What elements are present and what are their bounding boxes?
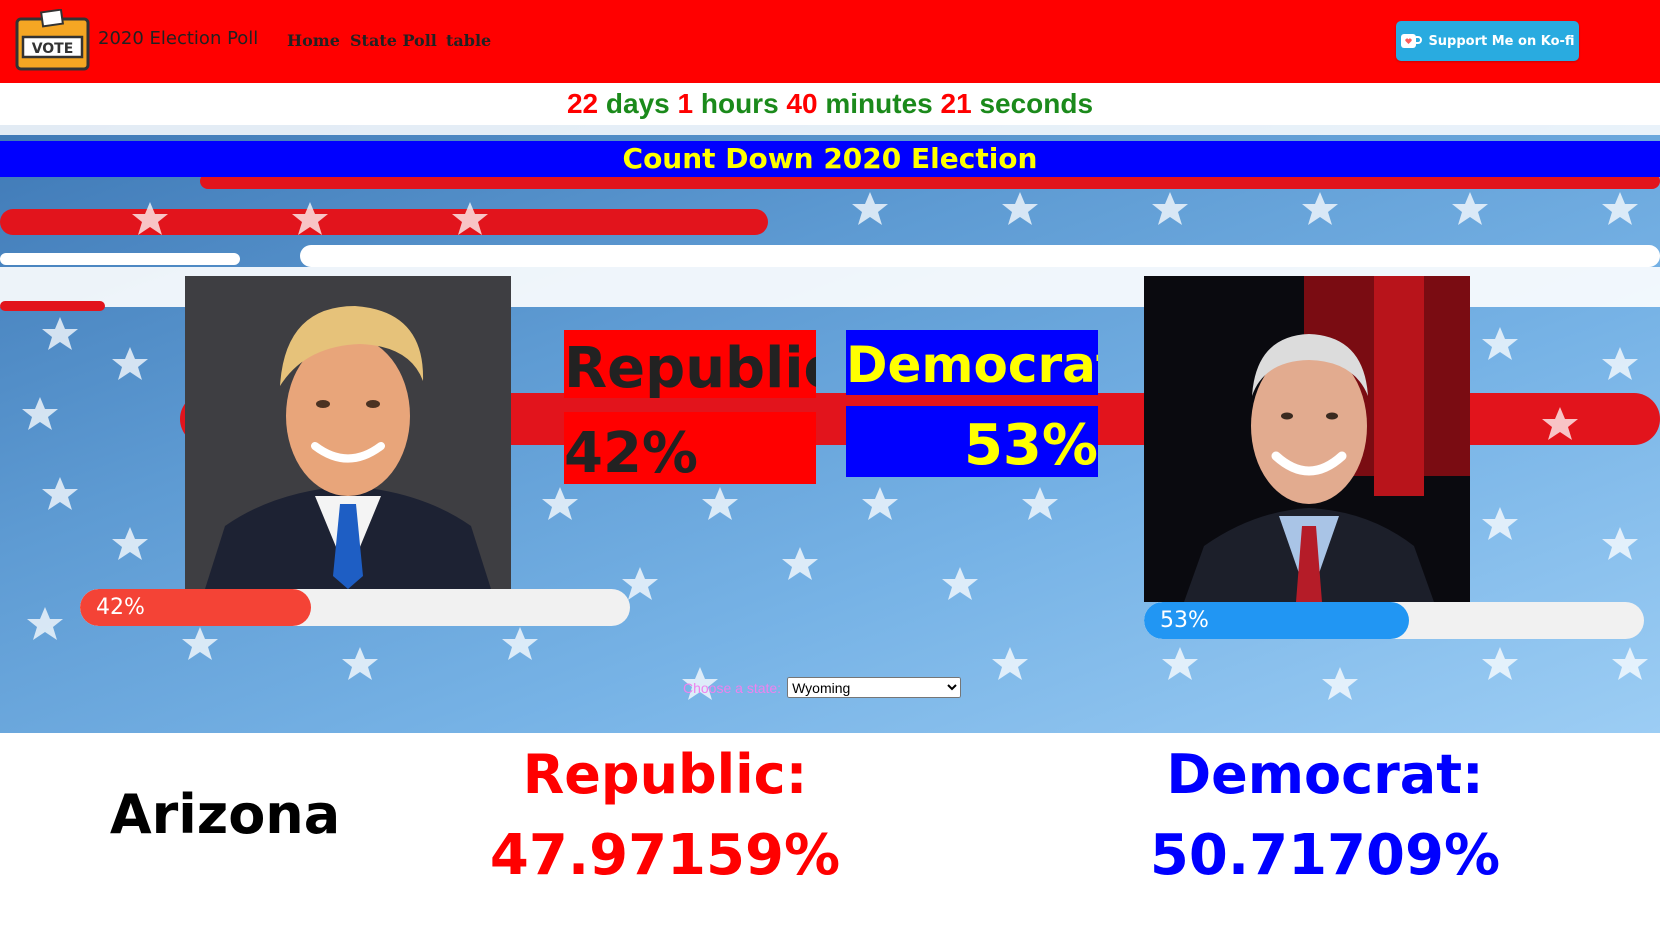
nav-link-table[interactable]: table bbox=[446, 31, 491, 50]
countdown-hours-label: hours bbox=[700, 88, 779, 119]
democrat-percent: 53% bbox=[846, 406, 1098, 478]
countdown-days: 22 bbox=[566, 88, 599, 119]
nav-link-home[interactable]: Home bbox=[287, 31, 340, 50]
countdown-seconds: 21 bbox=[940, 88, 972, 119]
kofi-cup-icon bbox=[1401, 34, 1423, 48]
state-select[interactable]: Wyoming bbox=[787, 677, 962, 698]
democrat-candidate-photo bbox=[1144, 276, 1470, 602]
result-republic-value: 47.97159% bbox=[489, 823, 841, 888]
result-democrat-label: Democrat: bbox=[1166, 743, 1484, 806]
brand-title[interactable]: 2020 Election Poll bbox=[98, 28, 258, 49]
countdown-hours: 1 bbox=[677, 88, 694, 119]
nav-link-state-poll[interactable]: State Poll bbox=[350, 31, 437, 50]
state-selector: Choose a state: Wyoming bbox=[683, 677, 962, 698]
republic-candidate-photo bbox=[185, 276, 511, 589]
countdown-timer: 22 days 1 hours 40 minutes 21 seconds bbox=[0, 83, 1660, 125]
republic-progress-bar: 42% bbox=[80, 589, 630, 626]
kofi-label: Support Me on Ko-fi bbox=[1428, 33, 1575, 49]
democrat-progress-fill: 53% bbox=[1144, 602, 1409, 639]
vote-box-icon[interactable]: VOTE bbox=[14, 8, 91, 72]
democrat-label: Democrat bbox=[846, 330, 1098, 395]
state-select-label: Choose a state: bbox=[683, 679, 782, 696]
democrat-progress-bar: 53% bbox=[1144, 602, 1644, 639]
result-democrat-value: 50.71709% bbox=[1149, 823, 1501, 888]
result-republic-label: Republic: bbox=[522, 743, 808, 806]
republic-label: Republic bbox=[564, 330, 816, 398]
state-results: Arizona Republic: 47.97159% Democrat: 50… bbox=[0, 733, 1660, 937]
result-state-name: Arizona bbox=[109, 783, 341, 846]
hero-title: Count Down 2020 Election bbox=[0, 141, 1660, 177]
hero-banner: Count Down 2020 Election Republic 42% De… bbox=[0, 125, 1660, 733]
republic-percent: 42% bbox=[564, 412, 816, 486]
countdown-minutes: 40 bbox=[786, 88, 818, 119]
navbar: VOTE 2020 Election Poll Home State Poll … bbox=[0, 0, 1660, 83]
countdown-minutes-label: minutes bbox=[825, 88, 933, 119]
logo-text: VOTE bbox=[32, 41, 74, 57]
countdown-seconds-label: seconds bbox=[979, 88, 1094, 119]
republic-progress-fill: 42% bbox=[80, 589, 311, 626]
countdown-days-label: days bbox=[605, 88, 670, 119]
kofi-support-button[interactable]: Support Me on Ko-fi bbox=[1396, 21, 1579, 61]
